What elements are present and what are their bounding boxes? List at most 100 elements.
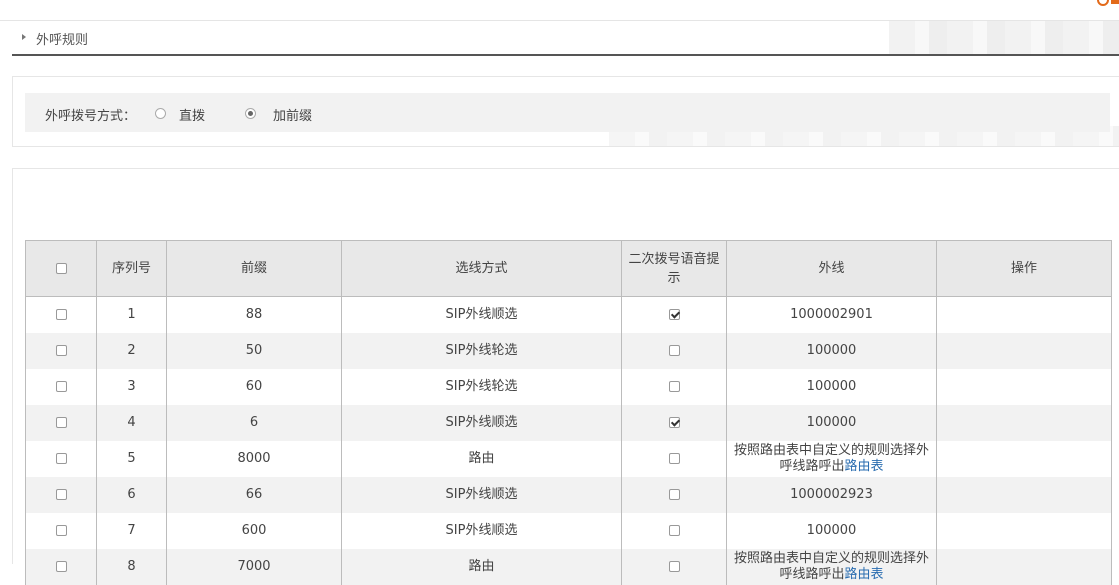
cell-voice-prompt (621, 333, 727, 369)
cell-trunk: 100000 (726, 369, 937, 405)
table-row: 4 6 SIP外线顺选 100000 (25, 405, 1112, 441)
cell-select-mode: 路由 (341, 441, 622, 477)
route-table-link[interactable]: 路由表 (845, 459, 884, 474)
outbound-rules-table: 序列号 前缀 选线方式 二次拨号语音提示 外线 操作 1 88 SIP外线顺选 100… (25, 240, 1112, 585)
cell-trunk: 100000 (726, 513, 937, 549)
cell-select-mode: SIP外线轮选 (341, 333, 622, 369)
cell-voice-prompt (621, 405, 727, 441)
cell-index: 1 (96, 296, 167, 333)
row-checkbox[interactable] (55, 489, 67, 500)
cell-action (936, 405, 1112, 441)
column-header-action: 操作 (936, 240, 1112, 297)
cell-action (936, 441, 1112, 477)
row-checkbox[interactable] (55, 453, 67, 464)
cell-index: 8 (96, 549, 167, 585)
select-all-cell (25, 240, 97, 297)
route-table-link[interactable]: 路由表 (845, 567, 884, 582)
column-header-index: 序列号 (96, 240, 167, 297)
table-header-row: 序列号 前缀 选线方式 二次拨号语音提示 外线 操作 (25, 240, 1112, 297)
cell-prefix: 60 (166, 369, 342, 405)
cell-action (936, 333, 1112, 369)
cell-prefix: 88 (166, 296, 342, 333)
cell-index: 6 (96, 477, 167, 513)
trunk-description: 按照路由表中自定义的规则选择外呼线路呼出 (733, 443, 929, 474)
cell-index: 2 (96, 333, 167, 369)
row-checkbox[interactable] (55, 417, 67, 428)
row-checkbox[interactable] (55, 525, 67, 536)
radio-direct-dial[interactable] (155, 108, 166, 119)
radio-add-prefix-label[interactable]: 加前缀 (273, 105, 312, 124)
cell-select-mode: SIP外线顺选 (341, 405, 622, 441)
voice-prompt-checkbox[interactable] (668, 309, 680, 320)
column-header-select-mode: 选线方式 (341, 240, 622, 297)
cell-trunk: 1000002901 (726, 296, 937, 333)
cell-prefix: 8000 (166, 441, 342, 477)
cell-index: 3 (96, 369, 167, 405)
cell-prefix: 66 (166, 477, 342, 513)
column-header-voice-prompt: 二次拨号语音提示 (621, 240, 727, 297)
voice-prompt-checkbox[interactable] (668, 525, 680, 536)
select-all-checkbox[interactable] (55, 263, 67, 274)
row-checkbox[interactable] (55, 381, 67, 392)
cell-action (936, 477, 1112, 513)
cell-trunk: 100000 (726, 333, 937, 369)
column-header-trunk: 外线 (726, 240, 937, 297)
cell-select-mode: SIP外线顺选 (341, 296, 622, 333)
cell-index: 7 (96, 513, 167, 549)
voice-prompt-checkbox[interactable] (668, 561, 680, 572)
cell-trunk: 按照路由表中自定义的规则选择外呼线路呼出路由表 (726, 549, 937, 585)
table-row: 5 8000 路由 按照路由表中自定义的规则选择外呼线路呼出路由表 (25, 441, 1112, 477)
cell-select (25, 369, 97, 405)
cell-action (936, 513, 1112, 549)
row-checkbox[interactable] (55, 309, 67, 320)
cell-voice-prompt (621, 369, 727, 405)
cell-select (25, 296, 97, 333)
voice-prompt-checkbox[interactable] (668, 417, 680, 428)
table-row: 2 50 SIP外线轮选 100000 (25, 333, 1112, 369)
cell-select (25, 441, 97, 477)
cell-select (25, 549, 97, 585)
cell-select-mode: 路由 (341, 549, 622, 585)
cell-voice-prompt (621, 549, 727, 585)
cell-voice-prompt (621, 513, 727, 549)
cell-prefix: 600 (166, 513, 342, 549)
cell-action (936, 549, 1112, 585)
dial-mode-label: 外呼拨号方式： (45, 109, 137, 124)
row-checkbox[interactable] (55, 345, 67, 356)
cell-voice-prompt (621, 296, 727, 333)
breadcrumb: 外呼规则 (12, 21, 1119, 56)
voice-prompt-checkbox[interactable] (668, 489, 680, 500)
cell-action (936, 369, 1112, 405)
column-header-prefix: 前缀 (166, 240, 342, 297)
dial-mode-row: 外呼拨号方式： 直拨 加前缀 (25, 93, 1110, 132)
cell-select (25, 513, 97, 549)
cell-index: 4 (96, 405, 167, 441)
cell-select-mode: SIP外线轮选 (341, 369, 622, 405)
cell-prefix: 7000 (166, 549, 342, 585)
row-checkbox[interactable] (55, 561, 67, 572)
table-row: 1 88 SIP外线顺选 1000002901 (25, 296, 1112, 333)
table-row: 7 600 SIP外线顺选 100000 (25, 513, 1112, 549)
decorative-background (889, 21, 1119, 54)
voice-prompt-checkbox[interactable] (668, 345, 680, 356)
cell-prefix: 6 (166, 405, 342, 441)
cell-select (25, 405, 97, 441)
user-icon[interactable] (1097, 0, 1109, 6)
user-icon-tail (1111, 0, 1119, 4)
voice-prompt-checkbox[interactable] (668, 453, 680, 464)
cell-select (25, 477, 97, 513)
cell-trunk: 按照路由表中自定义的规则选择外呼线路呼出路由表 (726, 441, 937, 477)
cell-trunk: 100000 (726, 405, 937, 441)
dial-mode-panel: 外呼拨号方式： 直拨 加前缀 (12, 76, 1119, 147)
cell-trunk: 1000002923 (726, 477, 937, 513)
voice-prompt-checkbox[interactable] (668, 381, 680, 392)
cell-select-mode: SIP外线顺选 (341, 477, 622, 513)
cell-action (936, 296, 1112, 333)
rules-panel: 序列号 前缀 选线方式 二次拨号语音提示 外线 操作 1 88 SIP外线顺选 100… (12, 168, 1119, 585)
radio-add-prefix[interactable] (245, 108, 256, 119)
page-title: 外呼规则 (36, 33, 89, 48)
radio-direct-dial-label[interactable]: 直拨 (179, 105, 205, 124)
table-row: 8 7000 路由 按照路由表中自定义的规则选择外呼线路呼出路由表 (25, 549, 1112, 585)
table-row: 6 66 SIP外线顺选 1000002923 (25, 477, 1112, 513)
cell-select (25, 333, 97, 369)
